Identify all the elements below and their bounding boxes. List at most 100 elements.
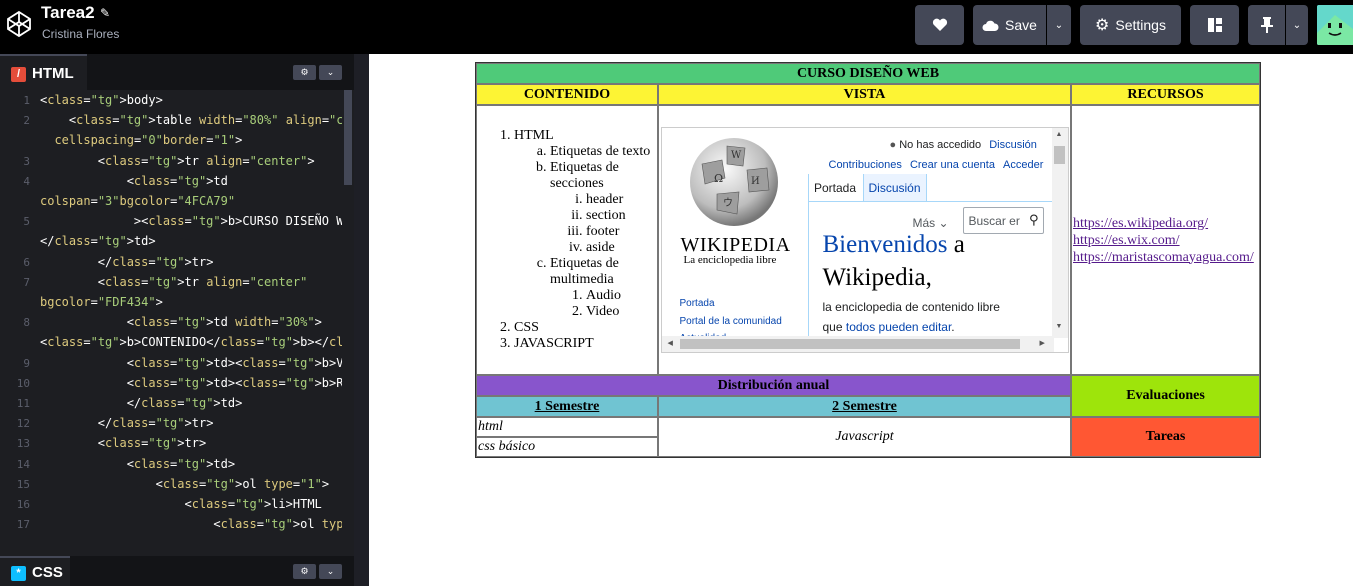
semestre2-cell: 2 Semestre	[658, 396, 1071, 417]
settings-button[interactable]: ⚙ Settings	[1080, 5, 1181, 45]
cloud-icon	[982, 20, 999, 31]
mas-dropdown[interactable]: Más ⌄	[913, 216, 949, 230]
iframe-vertical-scrollbar[interactable]: ▲ ▼	[1051, 128, 1068, 338]
html-settings-button[interactable]: ⚙	[293, 65, 316, 80]
scroll-up-icon[interactable]: ▲	[1056, 131, 1063, 138]
contributions-link[interactable]: Contribuciones	[829, 159, 902, 171]
sub-list: Audio Video	[550, 288, 656, 320]
code-line: ><class="tg">b>CURSO DISEÑO WEB</class="…	[40, 214, 342, 229]
settings-label: Settings	[1115, 17, 1166, 33]
css-settings-button[interactable]: ⚙	[293, 564, 316, 579]
code-line: <class="tg">td><class="tg">b>VISTA</clas…	[40, 355, 342, 370]
save-dropdown-button[interactable]: ⌄	[1047, 5, 1071, 45]
codepen-logo-icon[interactable]	[6, 10, 32, 38]
code-line: cellspacing="0"border="1">	[54, 133, 243, 148]
create-account-link[interactable]: Crear una cuenta	[910, 159, 995, 171]
resize-divider[interactable]	[354, 54, 369, 586]
scrollbar-thumb[interactable]	[679, 339, 1020, 349]
period: .	[951, 320, 955, 334]
scrollbar-thumb[interactable]	[1053, 146, 1065, 164]
edit-link[interactable]: todos pueden editar	[846, 320, 951, 334]
list-item: JAVASCRIPT	[514, 336, 656, 352]
code-line: <class="tg">td><class="tg">b>RECURSOS</c…	[40, 375, 342, 390]
search-icon[interactable]: ⚲	[1029, 212, 1039, 228]
save-button[interactable]: Save	[973, 5, 1046, 45]
line-number: 2	[23, 114, 30, 128]
recurso-link-maristas[interactable]: https://maristascomayagua.com/	[1073, 249, 1258, 266]
semestre1-cell: 1 Semestre	[476, 396, 658, 417]
list-item: aside	[586, 240, 656, 256]
css-icon: *	[11, 566, 26, 581]
tareas-cell: Tareas	[1071, 417, 1260, 457]
pin-button[interactable]	[1248, 5, 1285, 45]
header-vista: VISTA	[658, 84, 1071, 105]
evaluaciones-cell: Evaluaciones	[1071, 375, 1260, 417]
author-name[interactable]: Cristina Flores	[42, 27, 119, 41]
semestre1-text: 1 Semestre	[534, 398, 600, 414]
gear-icon: ⚙	[300, 566, 309, 576]
title-cell: CURSO DISEÑO WEB	[476, 63, 1260, 84]
html-code-editor[interactable]: 1 <class="tg">body> 2 <class="tg">table wi…	[0, 90, 342, 556]
recurso-link-wix[interactable]: https://es.wix.com/	[1073, 232, 1258, 249]
contenido-cell: HTML Etiquetas de texto Etiquetas de sec…	[476, 105, 658, 375]
css-collapse-button[interactable]: ⌄	[319, 564, 342, 579]
tab-portada[interactable]: Portada	[807, 174, 862, 201]
project-title[interactable]: Tarea2	[41, 3, 95, 23]
code-line: <class="tg">li>HTML	[40, 497, 322, 511]
tab-discusion[interactable]: Discusión	[862, 174, 927, 201]
list-item: Etiquetas de texto	[550, 144, 656, 160]
code-line: <class="tg">td>	[40, 456, 236, 471]
layout-button[interactable]	[1190, 5, 1239, 45]
distribucion-cell: Distribución anual	[476, 375, 1071, 396]
list-item: Video	[586, 304, 656, 320]
line-number: 8	[23, 316, 30, 330]
line-number: 6	[23, 255, 30, 269]
edit-pencil-icon[interactable]: ✎	[100, 6, 110, 20]
list-item: footer	[586, 224, 656, 240]
tab-html[interactable]: / HTML	[0, 54, 87, 90]
discussion-link-top[interactable]: Discusión	[989, 139, 1037, 151]
wikipedia-iframe[interactable]: ● No has accedido Discusión Contribucion…	[660, 127, 1069, 353]
scrollbar-thumb[interactable]	[344, 90, 352, 185]
heart-button[interactable]	[915, 5, 964, 45]
iframe-horizontal-scrollbar[interactable]: ◀ ▶	[661, 336, 1054, 352]
list-item: Audio	[586, 288, 656, 304]
svg-text:Ω: Ω	[714, 172, 723, 185]
scroll-left-icon[interactable]: ◀	[668, 339, 673, 347]
scroll-down-icon[interactable]: ▼	[1056, 323, 1063, 330]
css-editor-header: * CSS ⚙ ⌄	[0, 556, 354, 586]
chevron-down-icon: ⌄	[326, 67, 335, 77]
nav-portal[interactable]: Portal de la comunidad	[680, 316, 782, 327]
login-link[interactable]: Acceder	[1003, 159, 1043, 171]
line-number: 7	[23, 275, 30, 289]
list-item: Etiquetas de secciones header section fo…	[550, 160, 656, 256]
css-tab-label: CSS	[32, 564, 63, 581]
code-line: <class="tg">tr align="center"	[40, 274, 308, 289]
line-number: 12	[16, 417, 30, 431]
scroll-right-icon[interactable]: ▶	[1040, 339, 1045, 347]
svg-text:ウ: ウ	[723, 197, 733, 209]
html-collapse-button[interactable]: ⌄	[319, 65, 342, 80]
avatar-face-icon	[1317, 5, 1353, 45]
editor-scrollbar[interactable]	[343, 90, 354, 556]
editor-panel: / HTML ⚙ ⌄ 1 <class="tg">body> 2 <class="t…	[0, 54, 354, 586]
chevron-down-icon: ⌄	[1292, 19, 1302, 31]
welcome-link[interactable]: Bienvenidos	[823, 231, 948, 258]
wiki-search-input[interactable]: Buscar er ⚲	[962, 207, 1044, 234]
line-number: 4	[23, 174, 30, 188]
semestre2-text: 2 Semestre	[832, 398, 897, 414]
wikipedia-globe-icon[interactable]: Ω W И ウ	[687, 134, 781, 230]
chevron-down-icon: ⌄	[326, 566, 335, 576]
pin-dropdown-button[interactable]: ⌄	[1286, 5, 1308, 45]
list-item: HTML Etiquetas de texto Etiquetas de sec…	[514, 128, 656, 320]
line-number: 16	[16, 498, 30, 511]
wiki-description-1: la enciclopedia de contenido libre	[822, 300, 1000, 314]
code-line: bgcolor="FDF434">	[40, 295, 163, 309]
user-icon: ●	[889, 139, 897, 151]
user-avatar[interactable]	[1317, 5, 1353, 45]
code-line: </class="tg">tr>	[40, 416, 214, 431]
recurso-link-wikipedia[interactable]: https://es.wikipedia.org/	[1073, 215, 1258, 232]
nav-portada[interactable]: Portada	[680, 298, 715, 309]
gear-icon: ⚙	[300, 67, 309, 77]
tab-css[interactable]: * CSS	[0, 556, 70, 586]
